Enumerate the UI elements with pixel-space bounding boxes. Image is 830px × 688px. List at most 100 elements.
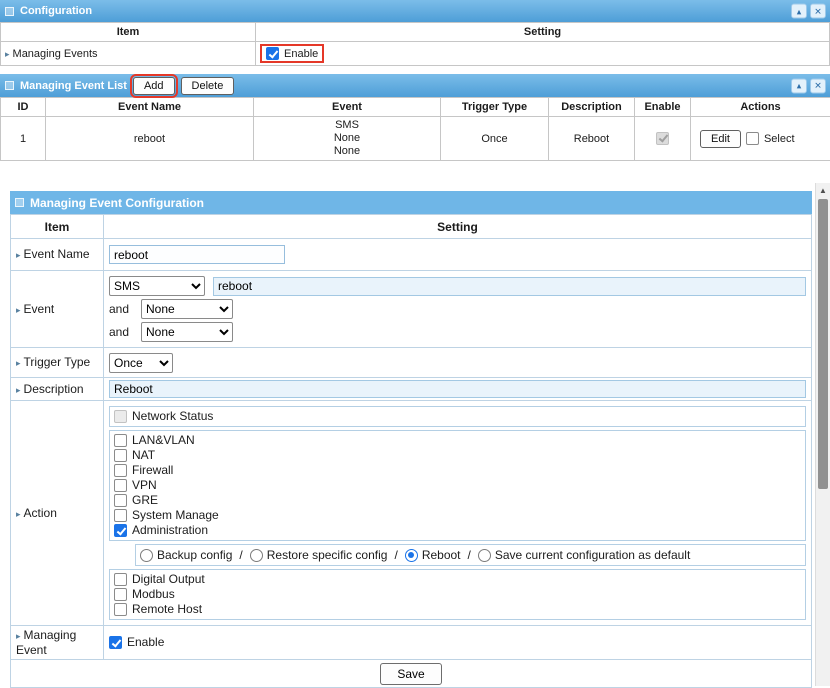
network-status-box: Network Status — [109, 406, 806, 427]
add-button[interactable]: Add — [133, 77, 175, 95]
enable-highlight-box: Enable — [260, 44, 324, 63]
select-checkbox[interactable] — [746, 132, 759, 145]
save-button[interactable]: Save — [380, 663, 441, 685]
managing-event-configuration-panel: Managing Event Configuration Item Settin… — [10, 191, 812, 688]
description-item-cell: ▸Description — [11, 378, 104, 401]
managing-event-row: ▸Managing Event Enable — [11, 626, 812, 660]
managing-events-setting-cell: Enable — [256, 42, 830, 66]
trigger-type-select[interactable]: Once — [109, 353, 173, 373]
column-item: Item — [1, 23, 256, 42]
separator: / — [239, 548, 242, 562]
modbus-checkbox[interactable] — [114, 588, 127, 601]
trigger-type-item-cell: ▸Trigger Type — [11, 348, 104, 378]
gre-checkbox[interactable] — [114, 494, 127, 507]
gre-label: GRE — [132, 493, 158, 508]
collapse-icon[interactable]: ▴ — [791, 4, 807, 19]
enable-label: Enable — [127, 635, 164, 650]
close-icon[interactable]: ✕ — [810, 78, 826, 93]
trigger-type-row: ▸Trigger Type Once — [11, 348, 812, 378]
digital-output-label: Digital Output — [132, 572, 205, 587]
nat-label: NAT — [132, 448, 155, 463]
column-setting: Setting — [256, 23, 830, 42]
restore-config-label: Restore specific config — [267, 548, 388, 562]
network-status-checkbox — [114, 410, 127, 423]
description-input[interactable] — [109, 380, 806, 398]
managing-events-row: ▸Managing Events Enable — [1, 42, 830, 66]
save-default-label: Save current configuration as default — [495, 548, 690, 562]
save-row: Save — [11, 660, 812, 688]
item-arrow-icon: ▸ — [16, 250, 21, 260]
administration-checkbox[interactable] — [114, 524, 127, 537]
restore-config-radio[interactable] — [250, 549, 263, 562]
lan-vlan-checkbox[interactable] — [114, 434, 127, 447]
managing-event-configuration-header: Managing Event Configuration — [10, 191, 812, 214]
administration-label: Administration — [132, 523, 208, 538]
nat-checkbox[interactable] — [114, 449, 127, 462]
description-row: ▸Description — [11, 378, 812, 401]
save-default-radio[interactable] — [478, 549, 491, 562]
lan-vlan-label: LAN&VLAN — [132, 433, 195, 448]
digital-output-checkbox[interactable] — [114, 573, 127, 586]
managing-event-enable-checkbox[interactable] — [109, 636, 122, 649]
separator: / — [468, 548, 471, 562]
row-event-cell: SMS None None — [254, 117, 441, 161]
and-label: and — [109, 302, 133, 316]
row-id-cell: 1 — [1, 117, 46, 161]
event-name-input[interactable] — [109, 245, 285, 264]
delete-button[interactable]: Delete — [181, 77, 235, 95]
system-manage-checkbox[interactable] — [114, 509, 127, 522]
row-trigger-type-cell: Once — [441, 117, 549, 161]
event-row: ▸Event SMS and None and None — [11, 271, 812, 348]
column-trigger-type: Trigger Type — [441, 98, 549, 117]
remote-host-label: Remote Host — [132, 602, 202, 617]
description-label: Description — [24, 382, 84, 396]
column-actions: Actions — [691, 98, 830, 117]
action-label: Action — [24, 506, 57, 520]
system-manage-label: System Manage — [132, 508, 219, 523]
trigger-type-label: Trigger Type — [24, 355, 91, 369]
backup-config-radio[interactable] — [140, 549, 153, 562]
output-options-box: Digital Output Modbus Remote Host — [109, 569, 806, 620]
configuration-form-header-row: Item Setting — [11, 215, 812, 239]
window-icon — [5, 81, 14, 90]
scrollbar[interactable]: ▲ — [815, 183, 830, 686]
row-actions-cell: Edit Select — [691, 117, 830, 161]
event-text-input[interactable] — [213, 277, 806, 296]
close-icon[interactable]: ✕ — [810, 4, 826, 19]
vpn-label: VPN — [132, 478, 157, 493]
scrollbar-thumb[interactable] — [818, 199, 828, 489]
event-setting-cell: SMS and None and None — [104, 271, 812, 348]
row-event-name-cell: reboot — [46, 117, 254, 161]
remote-host-checkbox[interactable] — [114, 603, 127, 616]
managing-events-enable-checkbox[interactable] — [266, 47, 279, 60]
row-enable-checkbox — [656, 132, 669, 145]
vpn-checkbox[interactable] — [114, 479, 127, 492]
description-setting-cell — [104, 378, 812, 401]
reboot-radio[interactable] — [405, 549, 418, 562]
event-list-table-header: ID Event Name Event Trigger Type Descrip… — [1, 98, 830, 117]
firewall-checkbox[interactable] — [114, 464, 127, 477]
item-arrow-icon: ▸ — [16, 305, 21, 315]
event-and1-select[interactable]: None — [141, 299, 233, 319]
managing-event-list-panel: Managing Event List Add Delete ▴ ✕ ID Ev… — [0, 74, 830, 161]
administration-options-box: Backup config / Restore specific config … — [135, 544, 806, 566]
event-type-select[interactable]: SMS — [109, 276, 205, 296]
event-item-cell: ▸Event — [11, 271, 104, 348]
action-category-box: LAN&VLAN NAT Firewall VPN GRE System Man… — [109, 430, 806, 541]
edit-button[interactable]: Edit — [700, 130, 741, 148]
item-arrow-icon: ▸ — [5, 49, 10, 59]
event-and2-select[interactable]: None — [141, 322, 233, 342]
scroll-up-icon[interactable]: ▲ — [816, 183, 830, 198]
collapse-icon[interactable]: ▴ — [791, 78, 807, 93]
modbus-label: Modbus — [132, 587, 175, 602]
event-label: Event — [24, 302, 55, 316]
managing-events-item-cell: ▸Managing Events — [1, 42, 256, 66]
row-description-cell: Reboot — [549, 117, 635, 161]
managing-event-setting-cell: Enable — [104, 626, 812, 660]
event-name-item-cell: ▸Event Name — [11, 239, 104, 271]
reboot-label: Reboot — [422, 548, 461, 562]
action-setting-cell: Network Status LAN&VLAN NAT Firewall VPN… — [104, 401, 812, 626]
backup-config-label: Backup config — [157, 548, 232, 562]
item-arrow-icon: ▸ — [16, 358, 21, 368]
event-name-label: Event Name — [24, 247, 90, 261]
